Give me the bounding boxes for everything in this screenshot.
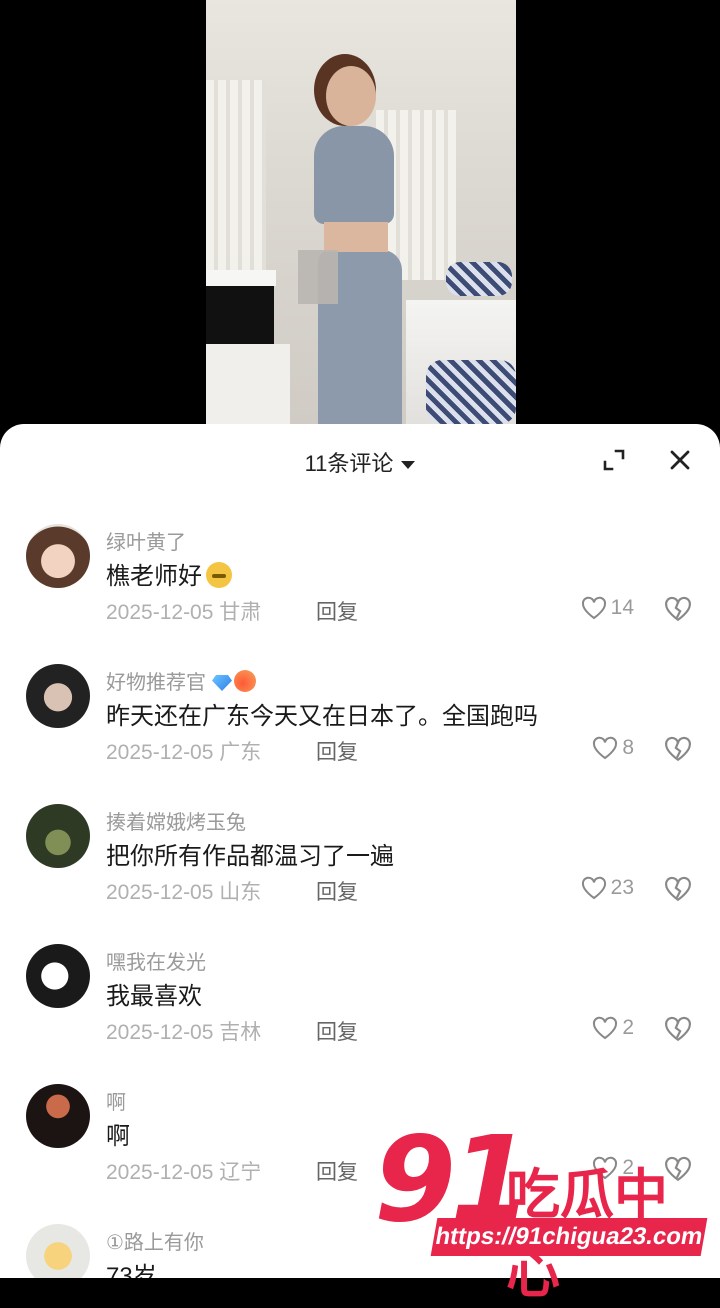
comment-text: 昨天还在广东今天又在日本了。全国跑吗: [106, 703, 538, 730]
comment-username[interactable]: 啊: [106, 1086, 126, 1115]
heart-icon: [593, 1016, 618, 1040]
comment-date: 2025-12-05: [106, 601, 214, 624]
comment-meta: 2025-12-05 甘肃: [106, 596, 261, 626]
avatar[interactable]: [26, 1084, 90, 1148]
comment-username-text: 好物推荐官: [106, 672, 206, 694]
heart-icon: [581, 876, 606, 900]
comment-date: 2025-12-05: [106, 1021, 214, 1044]
avatar[interactable]: [26, 664, 90, 728]
pillow: [446, 262, 512, 296]
reply-button[interactable]: 回复: [316, 876, 358, 906]
comment-item[interactable]: 揍着嫦娥烤玉兔 把你所有作品都温习了一遍 2025-12-05 山东 回复 23: [0, 804, 720, 944]
person-torso: [314, 126, 394, 224]
person-waist: [324, 222, 388, 252]
curtain: [206, 80, 266, 280]
comment-date: 2025-12-05: [106, 1161, 214, 1184]
like-count: 14: [610, 596, 634, 619]
avatar[interactable]: [26, 944, 90, 1008]
comment-location: 吉林: [219, 1021, 262, 1044]
comment-username[interactable]: 嘿我在发光: [106, 946, 206, 975]
comment-sheet-header: 11条评论: [0, 424, 720, 496]
comment-item[interactable]: 绿叶黄了 樵老师好 2025-12-05 甘肃 回复 14: [0, 524, 720, 664]
comment-meta: 2025-12-05 山东: [106, 876, 261, 906]
comment-text: 73岁: [106, 1263, 157, 1278]
diamond-badge-icon: [212, 675, 232, 691]
reply-button[interactable]: 回复: [316, 596, 358, 626]
comment-text: 把你所有作品都温习了一遍: [106, 843, 394, 870]
heart-icon: [581, 596, 606, 620]
comment-text-content: 樵老师好: [106, 563, 202, 590]
expand-icon[interactable]: [602, 448, 626, 472]
pillow: [426, 360, 516, 424]
fire-badge-icon: [234, 670, 256, 692]
like-button[interactable]: 14: [581, 594, 634, 622]
avatar[interactable]: [26, 524, 90, 588]
comment-location: 山东: [219, 881, 262, 904]
reply-button[interactable]: 回复: [316, 736, 358, 766]
comment-location: 辽宁: [219, 1161, 262, 1184]
comment-text: 樵老师好: [106, 556, 232, 591]
person-head: [326, 66, 376, 126]
comment-meta: 2025-12-05 广东: [106, 736, 261, 766]
reply-button[interactable]: 回复: [316, 1016, 358, 1046]
comment-username[interactable]: 绿叶黄了: [106, 526, 186, 555]
watermark-logo: 91 吃瓜中心 https://91chigua23.com: [370, 1120, 720, 1305]
broken-heart-icon[interactable]: [664, 1016, 692, 1042]
comment-item[interactable]: 嘿我在发光 我最喜欢 2025-12-05 吉林 回复 2: [0, 944, 720, 1084]
comment-username[interactable]: 好物推荐官: [106, 666, 256, 695]
video-player[interactable]: [0, 0, 720, 440]
like-button[interactable]: 23: [581, 874, 634, 902]
broken-heart-icon[interactable]: [664, 596, 692, 622]
like-button[interactable]: 8: [592, 734, 634, 762]
like-count: 23: [610, 876, 634, 899]
shelf: [206, 270, 276, 286]
comment-location: 甘肃: [219, 601, 262, 624]
caret-down-icon: [401, 461, 416, 470]
television: [206, 286, 274, 344]
like-count: 2: [622, 1016, 634, 1039]
video-frame: [206, 0, 516, 440]
broken-heart-icon[interactable]: [664, 736, 692, 762]
like-count: 8: [622, 736, 634, 759]
like-button[interactable]: 2: [592, 1014, 634, 1042]
comment-username[interactable]: 揍着嫦娥烤玉兔: [106, 806, 246, 835]
comment-meta: 2025-12-05 辽宁: [106, 1156, 261, 1186]
reply-button[interactable]: 回复: [316, 1156, 358, 1186]
comment-count-label: 11条评论: [304, 451, 394, 476]
watermark-url: https://91chigua23.com: [430, 1218, 708, 1256]
avatar[interactable]: [26, 1224, 90, 1278]
smile-emoji-icon: [206, 562, 232, 588]
comment-item[interactable]: 好物推荐官 昨天还在广东今天又在日本了。全国跑吗 2025-12-05 广东 回…: [0, 664, 720, 804]
heart-icon: [593, 736, 618, 760]
comment-username[interactable]: ①路上有你: [106, 1226, 204, 1255]
broken-heart-icon[interactable]: [664, 876, 692, 902]
comment-date: 2025-12-05: [106, 741, 214, 764]
comment-meta: 2025-12-05 吉林: [106, 1016, 261, 1046]
comment-date: 2025-12-05: [106, 881, 214, 904]
close-icon[interactable]: [666, 446, 694, 474]
comment-text: 我最喜欢: [106, 983, 202, 1010]
comment-text: 啊: [106, 1123, 130, 1150]
comment-location: 广东: [219, 741, 262, 764]
blur-mosaic: [298, 250, 338, 304]
avatar[interactable]: [26, 804, 90, 868]
